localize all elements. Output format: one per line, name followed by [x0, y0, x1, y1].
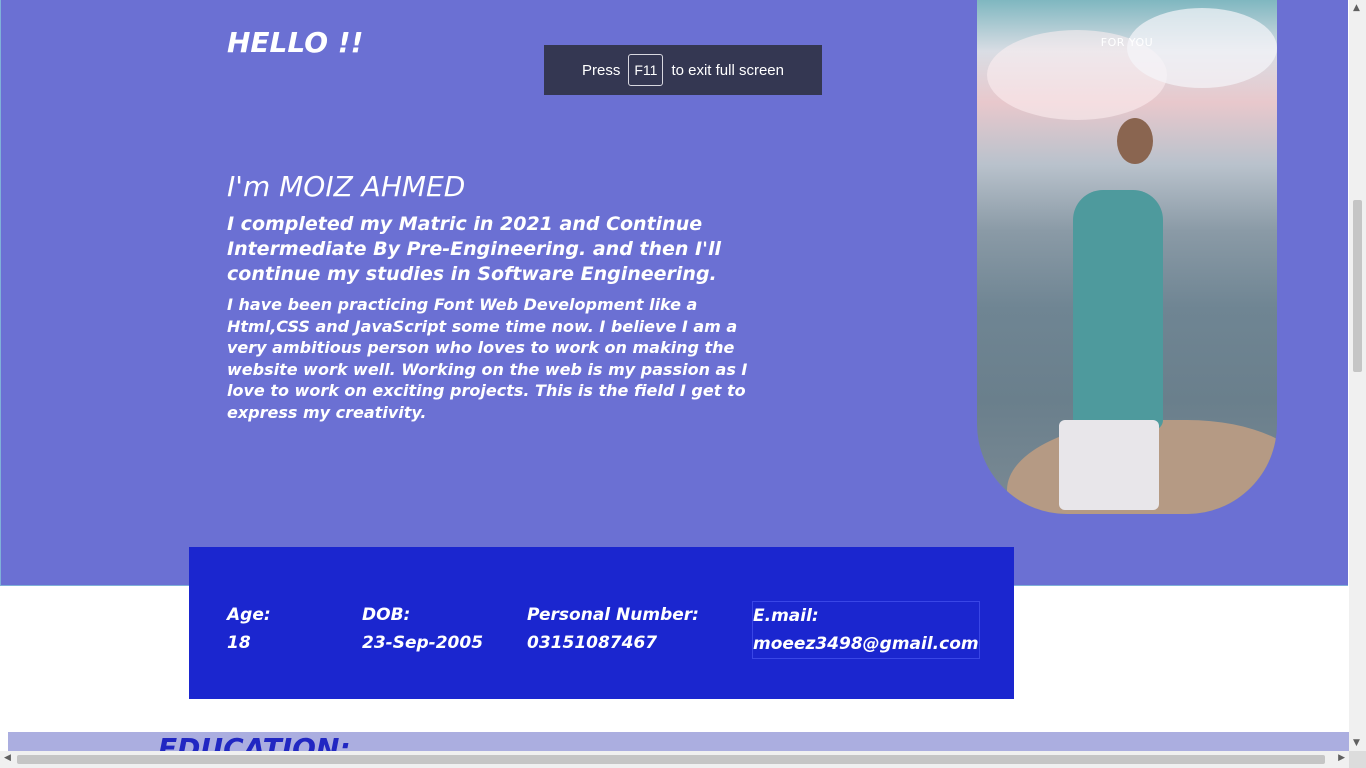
toast-key-f11: F11: [628, 54, 664, 86]
vertical-scroll-thumb[interactable]: [1353, 200, 1362, 372]
scroll-right-icon[interactable]: ▶: [1338, 753, 1345, 763]
email-label: E.mail:: [753, 606, 819, 626]
photo-caption: FOR YOU: [1100, 36, 1154, 49]
phone-value: 03151087467: [527, 633, 658, 653]
fullscreen-toast: Press F11 to exit full screen: [544, 45, 822, 95]
scroll-down-icon[interactable]: ▼: [1353, 738, 1360, 748]
scroll-left-icon[interactable]: ◀: [4, 753, 11, 763]
age-label: Age:: [227, 605, 271, 625]
vertical-scrollbar[interactable]: ▲ ▼: [1349, 0, 1366, 751]
scroll-up-icon[interactable]: ▲: [1353, 3, 1360, 13]
phone-label: Personal Number:: [527, 605, 699, 625]
education-heading: EDUCATION:: [158, 732, 351, 752]
photo-person-body: [1073, 190, 1163, 430]
intro-name-heading: I'm MOIZ AHMED: [227, 170, 466, 203]
profile-photo: FOR YOU: [977, 0, 1277, 514]
photo-person-legs: [1059, 420, 1159, 510]
horizontal-scrollbar[interactable]: ◀ ▶: [0, 751, 1349, 768]
toast-suffix: to exit full screen: [671, 61, 784, 79]
personal-info-card: Age: 18 DOB: 23-Sep-2005 Personal Number…: [189, 547, 1014, 699]
toast-prefix: Press: [582, 61, 621, 79]
dob-label: DOB:: [362, 605, 411, 625]
dob-value: 23-Sep-2005: [362, 633, 484, 653]
dob-item: DOB: 23-Sep-2005: [362, 601, 483, 657]
age-value: 18: [227, 633, 251, 653]
about-paragraph: I have been practicing Font Web Developm…: [227, 295, 748, 422]
email-item[interactable]: E.mail: moeez3498@gmail.com: [752, 601, 980, 659]
phone-item: Personal Number: 03151087467: [527, 601, 699, 657]
photo-person-head: [1117, 118, 1153, 164]
education-section: EDUCATION:: [8, 732, 1349, 752]
age-item: Age: 18: [227, 601, 271, 657]
email-value[interactable]: moeez3498@gmail.com: [753, 630, 979, 658]
horizontal-scroll-thumb[interactable]: [17, 755, 1325, 764]
scrollbar-corner: [1349, 751, 1366, 768]
greeting-heading: HELLO !!: [227, 26, 364, 59]
education-summary: I completed my Matric in 2021 and Contin…: [227, 213, 721, 285]
